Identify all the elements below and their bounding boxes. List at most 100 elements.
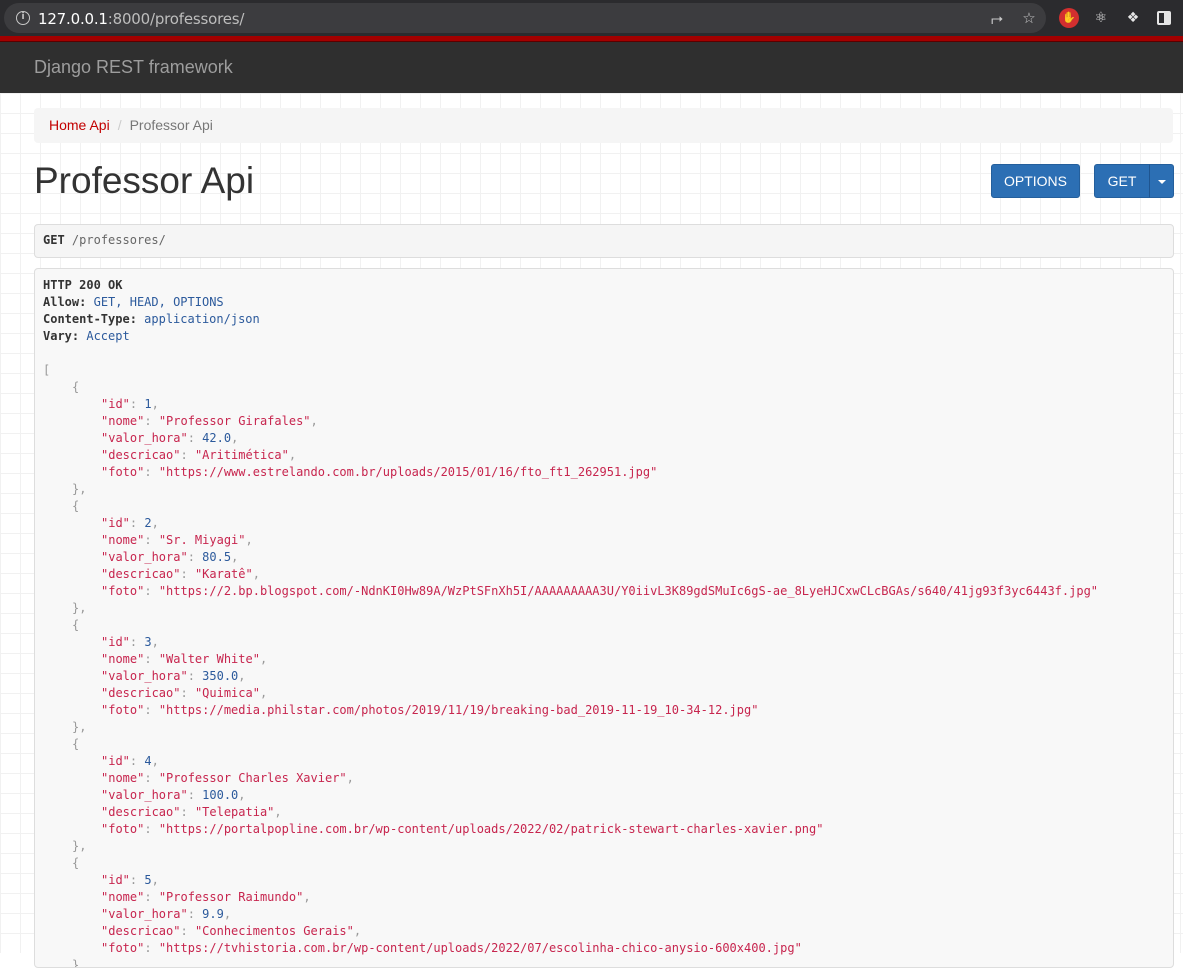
- json-key: "nome": [101, 414, 145, 428]
- json-key: "foto": [101, 465, 145, 479]
- json-field-descricao: "descricao": "Karatê",: [101, 567, 260, 581]
- json-field-foto: "foto": "https://portalpopline.com.br/wp…: [101, 822, 824, 836]
- json-object-close: }: [72, 958, 80, 968]
- json-field-valor_hora: "valor_hora": 100.0,: [101, 788, 246, 802]
- page-title: Professor Api: [34, 160, 255, 201]
- caret-down-icon: [1157, 180, 1166, 185]
- json-key: "foto": [101, 822, 145, 836]
- json-key: "id": [101, 754, 130, 768]
- json-key: "descricao": [101, 567, 181, 581]
- json-key: "valor_hora": [101, 907, 188, 921]
- json-field-id: "id": 1,: [101, 397, 159, 411]
- json-object-close: },: [72, 839, 87, 853]
- breadcrumb-home-link[interactable]: Home Api: [49, 117, 110, 133]
- json-field-id: "id": 4,: [101, 754, 159, 768]
- json-key: "valor_hora": [101, 550, 188, 564]
- response-header-name: Content-Type:: [43, 312, 137, 326]
- response-header-value: application/json: [144, 312, 260, 326]
- response-header-name: Vary:: [43, 329, 80, 343]
- address-bar[interactable]: i 127.0.0.1:8000/professores/ ⮣ ☆: [4, 3, 1046, 33]
- json-object-open: {: [72, 618, 80, 632]
- json-field-descricao: "descricao": "Conhecimentos Gerais",: [101, 924, 362, 938]
- navbar-brand[interactable]: Django REST framework: [34, 57, 233, 78]
- get-format-dropdown-button[interactable]: [1149, 164, 1174, 198]
- share-icon[interactable]: ⮣: [988, 9, 1006, 27]
- json-field-foto: "foto": "https://media.philstar.com/phot…: [101, 703, 759, 717]
- navbar: Django REST framework: [0, 42, 1183, 93]
- request-method: GET: [43, 233, 65, 247]
- request-info: GET /professores/: [34, 224, 1174, 258]
- json-key: "descricao": [101, 805, 181, 819]
- options-button[interactable]: OPTIONS: [991, 164, 1080, 198]
- json-key: "foto": [101, 584, 145, 598]
- json-field-id: "id": 3,: [101, 635, 159, 649]
- side-panel-icon[interactable]: [1157, 11, 1171, 25]
- response-header-value: Accept: [86, 329, 130, 343]
- json-key: "valor_hora": [101, 431, 188, 445]
- response-info: HTTP 200 OK Allow: GET, HEAD, OPTIONS Co…: [34, 268, 1174, 968]
- json-field-foto: "foto": "https://www.estrelando.com.br/u…: [101, 465, 658, 479]
- json-field-valor_hora: "valor_hora": 80.5,: [101, 550, 239, 564]
- json-value: 3: [144, 635, 152, 649]
- json-object-open: {: [72, 499, 80, 513]
- json-value: 100.0: [202, 788, 239, 802]
- json-key: "foto": [101, 703, 145, 717]
- url-text[interactable]: 127.0.0.1:8000/professores/: [38, 10, 244, 28]
- json-open-bracket: [: [43, 363, 51, 377]
- breadcrumb-current: Professor Api: [129, 117, 213, 133]
- adblock-stop-icon[interactable]: ✋: [1059, 8, 1079, 28]
- json-value: "https://www.estrelando.com.br/uploads/2…: [158, 465, 658, 479]
- json-value: 1: [144, 397, 152, 411]
- json-value: "https://portalpopline.com.br/wp-content…: [158, 822, 824, 836]
- json-key: "id": [101, 635, 130, 649]
- json-field-nome: "nome": "Sr. Miyagi",: [101, 533, 253, 547]
- site-info-icon[interactable]: i: [16, 11, 30, 25]
- json-value: 80.5: [202, 550, 232, 564]
- json-value: "Telepatia": [194, 805, 275, 819]
- response-status: HTTP 200 OK: [43, 278, 123, 292]
- json-field-nome: "nome": "Professor Raimundo",: [101, 890, 311, 904]
- json-field-valor_hora: "valor_hora": 9.9,: [101, 907, 232, 921]
- json-value: 350.0: [202, 669, 239, 683]
- response-header-value: GET, HEAD, OPTIONS: [93, 295, 224, 309]
- json-field-nome: "nome": "Professor Girafales",: [101, 414, 318, 428]
- react-devtools-icon[interactable]: ⚛: [1091, 8, 1111, 28]
- breadcrumb: Home Api / Professor Api: [34, 108, 1173, 143]
- json-key: "id": [101, 397, 130, 411]
- json-field-valor_hora: "valor_hora": 350.0,: [101, 669, 246, 683]
- json-value: 4: [144, 754, 152, 768]
- json-key: "id": [101, 873, 130, 887]
- json-value: "Professor Raimundo": [158, 890, 304, 904]
- url-path: :8000/professores/: [107, 10, 245, 28]
- json-value: "Sr. Miyagi": [158, 533, 246, 547]
- json-field-foto: "foto": "https://tvhistoria.com.br/wp-co…: [101, 941, 802, 955]
- json-value: "Conhecimentos Gerais": [194, 924, 354, 938]
- json-object-open: {: [72, 380, 80, 394]
- json-key: "valor_hora": [101, 788, 188, 802]
- browser-toolbar: i 127.0.0.1:8000/professores/ ⮣ ☆ ✋ ⚛ ❖: [0, 0, 1183, 36]
- json-value: 42.0: [202, 431, 232, 445]
- json-key: "nome": [101, 652, 145, 666]
- breadcrumb-separator: /: [117, 117, 122, 133]
- url-host: 127.0.0.1: [38, 10, 108, 28]
- bookmark-star-icon[interactable]: ☆: [1020, 9, 1038, 27]
- request-path: /professores/: [71, 233, 166, 247]
- json-value: 9.9: [202, 907, 224, 921]
- json-field-nome: "nome": "Walter White",: [101, 652, 268, 666]
- json-object-open: {: [72, 856, 80, 870]
- json-value: "Karatê": [194, 567, 253, 581]
- json-value: 2: [144, 516, 152, 530]
- json-object-close: },: [72, 720, 87, 734]
- json-object-close: },: [72, 601, 87, 615]
- json-value: "https://media.philstar.com/photos/2019/…: [158, 703, 759, 717]
- json-key: "nome": [101, 890, 145, 904]
- json-field-descricao: "descricao": "Quimica",: [101, 686, 268, 700]
- json-key: "descricao": [101, 448, 181, 462]
- json-value: "Professor Girafales": [158, 414, 311, 428]
- get-button[interactable]: GET: [1094, 164, 1150, 198]
- extensions-puzzle-icon[interactable]: ❖: [1123, 8, 1143, 28]
- json-key: "nome": [101, 533, 145, 547]
- json-value: "Aritimética": [194, 448, 289, 462]
- json-value: "https://2.bp.blogspot.com/-NdnKI0Hw89A/…: [158, 584, 1099, 598]
- response-header-name: Allow:: [43, 295, 87, 309]
